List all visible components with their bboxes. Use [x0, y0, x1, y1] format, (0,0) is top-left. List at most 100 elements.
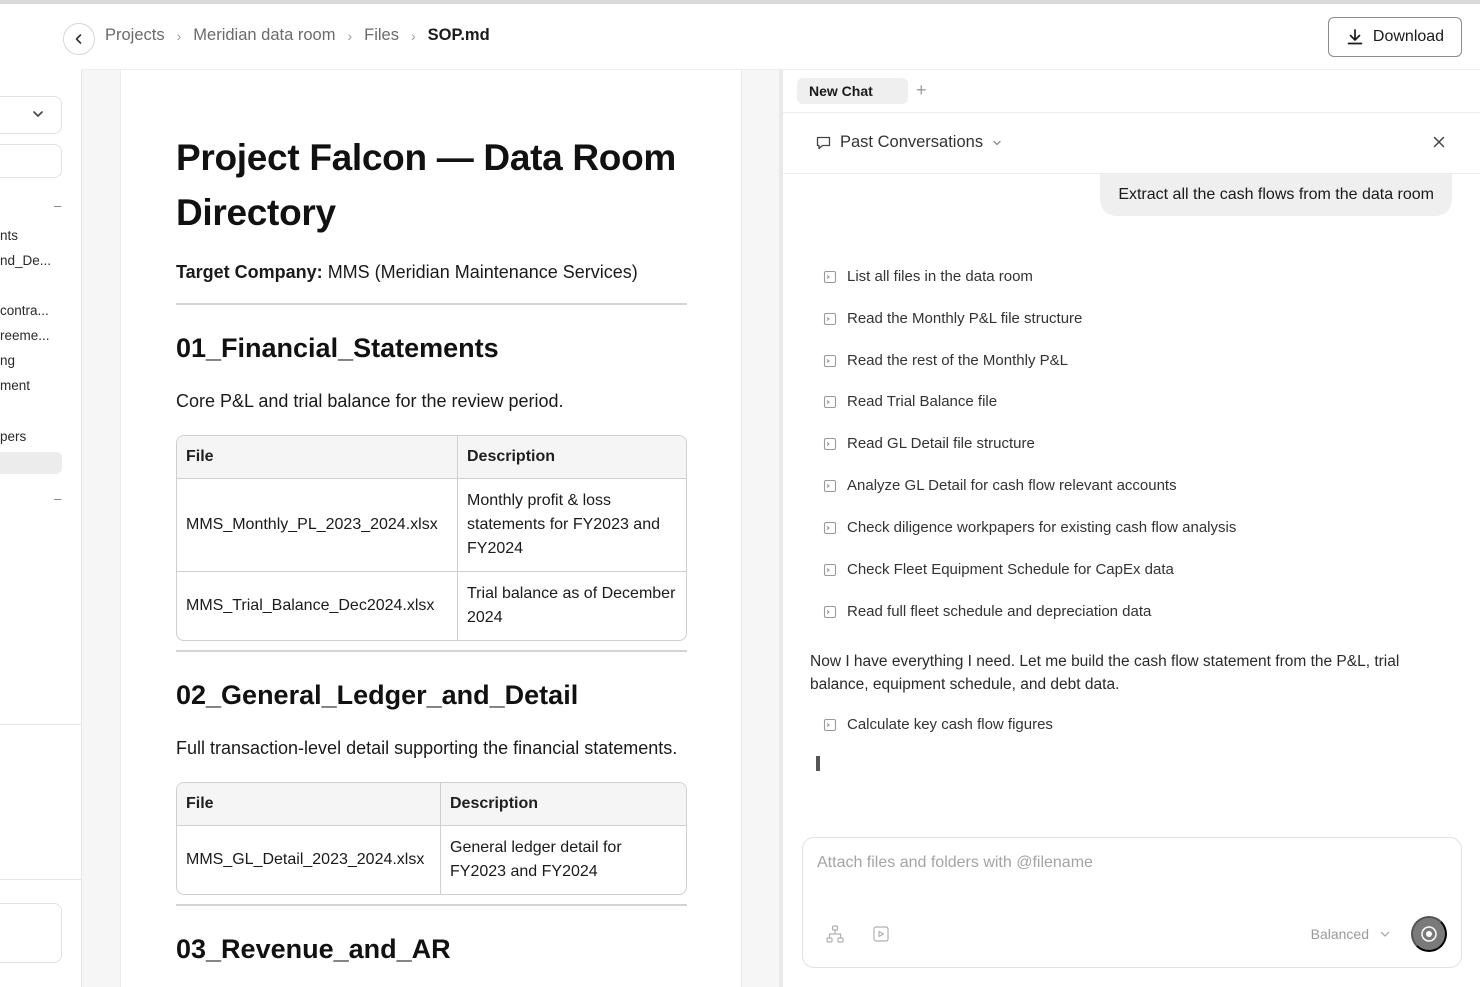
terminal-icon [823, 312, 837, 325]
target-label: Target Company: [176, 262, 323, 282]
terminal-icon [823, 270, 837, 283]
table-header-row: File Description [177, 436, 686, 479]
section-heading: 02_General_Ledger_and_Detail [176, 680, 579, 710]
sidebar-item[interactable]: nts [0, 228, 18, 243]
column-header-description: Description [458, 436, 686, 479]
hierarchy-icon[interactable] [825, 924, 845, 944]
divider [176, 650, 687, 652]
tool-step-label: Read GL Detail file structure [847, 435, 1035, 452]
sidebar-item[interactable]: ment [0, 378, 30, 393]
terminal-icon [823, 395, 837, 408]
chevron-left-icon [75, 34, 82, 44]
file-name-cell: MMS_Monthly_PL_2023_2024.xlsx [177, 479, 458, 572]
breadcrumb: Projects › Meridian data room › Files › … [105, 26, 490, 45]
section-heading: 01_Financial_Statements [176, 333, 499, 363]
section-heading: 03_Revenue_and_AR [176, 934, 451, 964]
sidebar-item[interactable]: ng [0, 353, 15, 368]
document-title: Project Falcon — Data Room Directory [176, 137, 677, 233]
target-value: MMS (Meridian Maintenance Services) [322, 262, 638, 282]
document-page: Project Falcon — Data Room Directory Tar… [120, 70, 742, 987]
sidebar-item[interactable]: nd_De... [0, 253, 51, 268]
table-row: MMS_GL_Detail_2023_2024.xlsx General led… [177, 826, 686, 894]
chevron-down-icon [1380, 931, 1390, 937]
sidebar-item[interactable]: pers [0, 429, 26, 444]
sidebar-footer-card[interactable] [0, 903, 62, 963]
chat-input[interactable] [817, 852, 1417, 874]
tab-new-chat[interactable]: New Chat [797, 78, 908, 104]
section-description: Full transaction-level detail supporting… [176, 738, 678, 758]
breadcrumb-data-room[interactable]: Meridian data room [193, 26, 335, 45]
chat-bubble-icon [816, 136, 831, 150]
tool-step-label: Check diligence workpapers for existing … [847, 519, 1237, 536]
tool-step[interactable]: Calculate key cash flow figures [823, 716, 1053, 733]
collapse-toggle[interactable]: – [54, 491, 61, 506]
column-header-file: File [177, 783, 441, 826]
chat-composer: Balanced [802, 837, 1462, 968]
terminal-icon [823, 563, 837, 576]
breadcrumb-files[interactable]: Files [364, 26, 399, 45]
target-company: Target Company: MMS (Meridian Maintenanc… [176, 262, 687, 283]
file-name-cell: MMS_Trial_Balance_Dec2024.xlsx [177, 572, 458, 640]
past-conversations-bar: Past Conversations [783, 113, 1480, 174]
column-header-file: File [177, 436, 458, 479]
user-message: Extract all the cash flows from the data… [1100, 174, 1452, 216]
stop-icon [1421, 926, 1437, 942]
markdown-content: Project Falcon — Data Room Directory Tar… [176, 130, 687, 965]
add-tab-button[interactable]: + [916, 80, 927, 100]
tool-step[interactable]: Read GL Detail file structure [823, 435, 1035, 452]
document-viewer: Project Falcon — Data Room Directory Tar… [82, 70, 782, 987]
project-selector[interactable] [0, 96, 62, 134]
tool-step[interactable]: Check Fleet Equipment Schedule for CapEx… [823, 561, 1174, 578]
tool-step-label: Read full fleet schedule and depreciatio… [847, 603, 1152, 620]
sidebar-item[interactable]: contra... [0, 303, 49, 318]
sidebar-item-active[interactable] [0, 452, 62, 474]
sidebar-divider [0, 879, 81, 880]
table-header-row: File Description [177, 783, 686, 826]
tool-step-label: Read Trial Balance file [847, 393, 998, 410]
tool-step[interactable]: Analyze GL Detail for cash flow relevant… [823, 477, 1177, 494]
tool-step[interactable]: Read the Monthly P&L file structure [823, 310, 1082, 327]
tool-step[interactable]: Read full fleet schedule and depreciatio… [823, 603, 1151, 620]
mode-selector[interactable]: Balanced [1311, 926, 1391, 942]
past-conversations-toggle[interactable]: Past Conversations [815, 133, 1003, 152]
back-button[interactable] [63, 23, 95, 55]
sidebar-search-input[interactable] [0, 144, 62, 178]
download-label: Download [1372, 28, 1445, 45]
section-description: Core P&L and trial balance for the revie… [176, 391, 564, 411]
description-cell: General ledger detail for FY2023 and FY2… [450, 839, 622, 880]
chat-panel: New Chat + Past Conversations Extract al… [783, 70, 1480, 987]
streaming-cursor [816, 756, 820, 771]
chat-tabs: New Chat + [783, 70, 1480, 113]
top-header: Projects › Meridian data room › Files › … [63, 4, 1480, 70]
media-icon[interactable] [871, 924, 891, 944]
description-cell: Monthly profit & loss statements for FY2… [458, 479, 686, 572]
breadcrumb-current-file: SOP.md [427, 26, 490, 44]
past-conversations-label: Past Conversations [840, 133, 984, 151]
file-table: File Description MMS_GL_Detail_2023_2024… [176, 782, 687, 895]
tool-step[interactable]: Read Trial Balance file [823, 393, 997, 410]
terminal-icon [823, 605, 837, 618]
tool-step-label: List all files in the data room [847, 268, 1033, 285]
close-icon[interactable] [1432, 135, 1446, 149]
tool-step-label: Calculate key cash flow figures [847, 716, 1053, 733]
collapse-toggle[interactable]: – [54, 198, 61, 213]
tool-step-label: Check Fleet Equipment Schedule for CapEx… [847, 561, 1174, 578]
tool-step[interactable]: Check diligence workpapers for existing … [823, 519, 1236, 536]
terminal-icon [823, 437, 837, 450]
tool-step[interactable]: Read the rest of the Monthly P&L [823, 352, 1068, 369]
assistant-message: Now I have everything I need. Let me bui… [810, 653, 1400, 693]
sidebar-divider [0, 724, 81, 725]
chevron-down-icon [33, 111, 43, 117]
chevron-right-icon: › [347, 27, 353, 44]
file-name-cell: MMS_GL_Detail_2023_2024.xlsx [177, 826, 441, 894]
download-button[interactable]: Download [1328, 17, 1462, 57]
column-header-description: Description [441, 783, 686, 826]
terminal-icon [823, 718, 837, 731]
tool-step[interactable]: List all files in the data room [823, 268, 1033, 285]
sidebar-item[interactable]: reeme... [0, 328, 50, 343]
chevron-right-icon: › [176, 27, 182, 44]
chevron-right-icon: › [410, 27, 416, 44]
send-button[interactable] [1411, 916, 1447, 952]
breadcrumb-projects[interactable]: Projects [105, 26, 165, 45]
divider [176, 904, 687, 906]
